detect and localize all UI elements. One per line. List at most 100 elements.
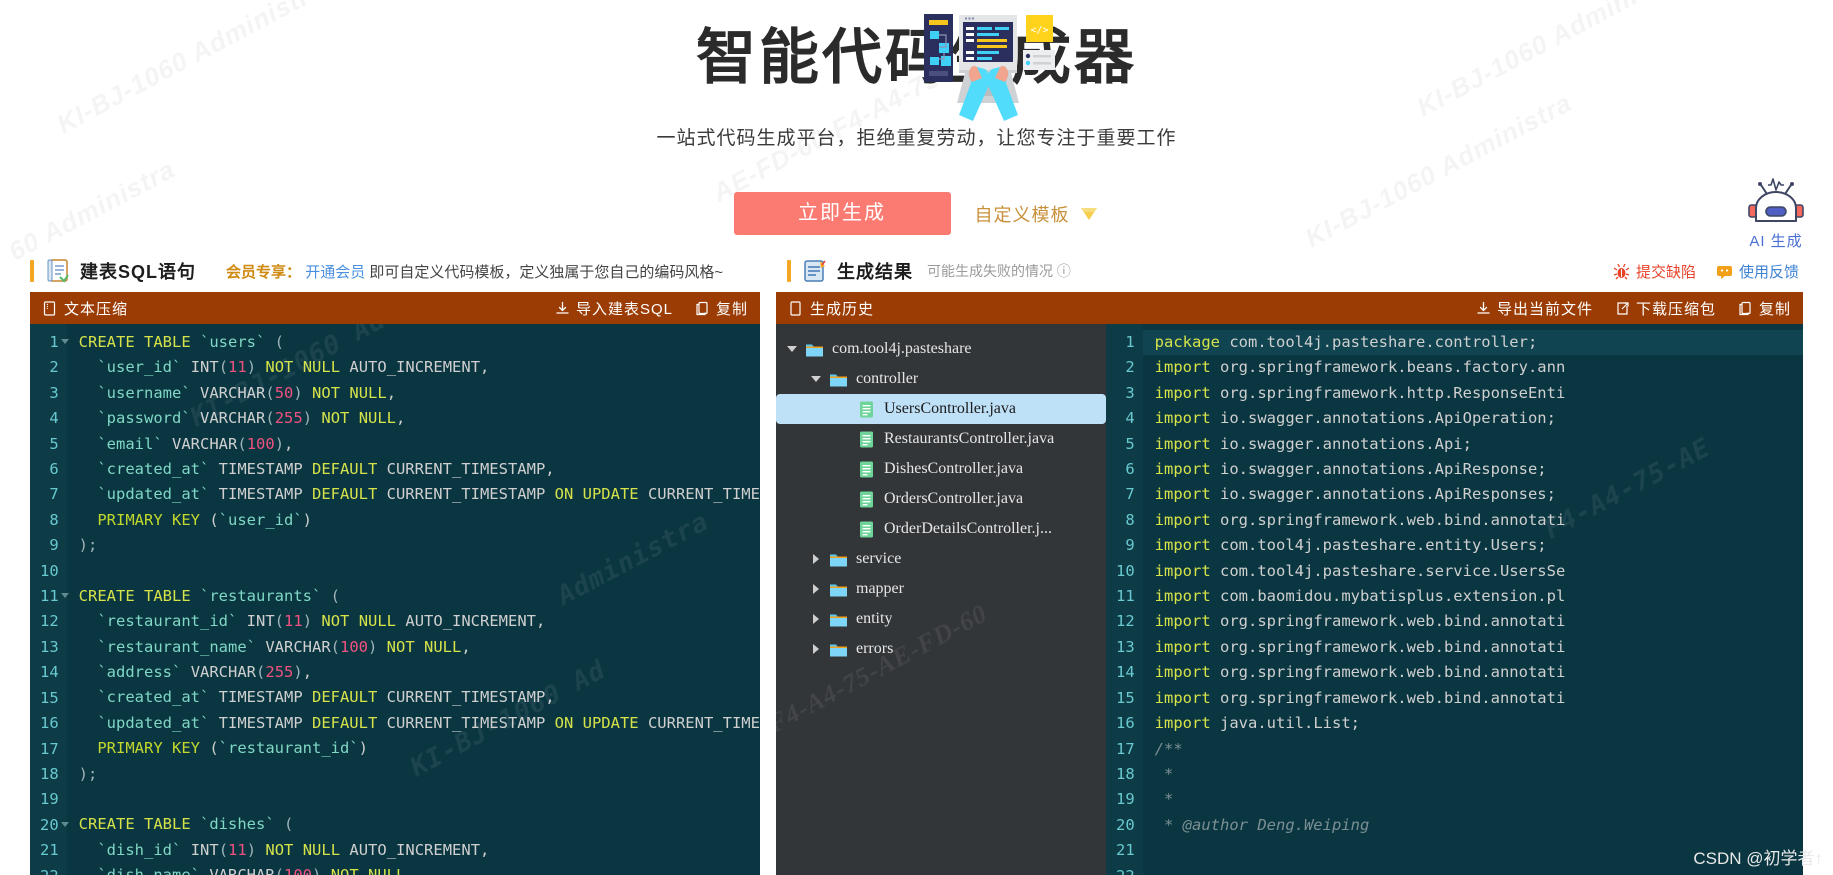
java-code-content[interactable]: package com.tool4j.pasteshare.controller… [1142,324,1803,875]
generation-history-button[interactable]: 生成历史 [788,298,874,319]
line-number: 10 [1116,561,1135,580]
copy-icon [1738,301,1753,316]
tree-twisty[interactable] [808,644,824,654]
tree-node-orderdetailscontroller-j[interactable]: OrderDetailsController.j... [776,514,1106,544]
java-file-icon [857,490,876,509]
folder-icon [829,640,848,659]
line-number: 19 [1116,333,1153,812]
tree-node-controller[interactable]: controller [776,364,1106,394]
copy-result-button[interactable]: 复制 [1738,298,1791,319]
tree-node-dishescontroller-java[interactable]: DishesController.java [776,454,1106,484]
sql-code-content[interactable]: CREATE TABLE `users` ( `user_id` INT(11)… [67,324,760,875]
tree-twisty[interactable] [808,584,824,594]
comment-icon [1716,263,1733,280]
tree-twisty[interactable] [784,346,800,352]
tree-twisty[interactable] [808,614,824,624]
tree-node-errors[interactable]: errors [776,634,1106,664]
code-line: /** [1154,739,1183,758]
export-icon [1476,301,1491,316]
code-line: import io.swagger.annotations.ApiRespons… [1154,485,1556,504]
line-number: 1 [40,330,69,355]
feedback-button[interactable]: 使用反馈 [1716,261,1799,282]
line-number: 7 [49,485,59,504]
sql-panel-toolbar: 文本压缩 导入建表SQL 复制 [30,292,760,324]
line-number: 21 [1116,841,1135,860]
code-line: import org.springframework.web.bind.anno… [1154,510,1566,529]
section-headers: 建表SQL语句 会员专享： 开通会员 即可自定义代码模板，定义独属于您自己的编码… [0,250,1833,292]
code-line: * [1154,790,1174,809]
line-number: 17 [40,739,59,758]
code-line: import org.springframework.web.bind.anno… [1154,688,1566,707]
code-line: `updated_at` TIMESTAMP DEFAULT CURRENT_T… [97,713,760,732]
import-sql-button[interactable]: 导入建表SQL [555,298,673,319]
caret-right-icon[interactable] [813,644,819,654]
tree-node-label: DishesController.java [884,460,1024,477]
tree-node-com-tool4j-pasteshare[interactable]: com.tool4j.pasteshare [776,334,1106,364]
tree-twisty[interactable] [808,376,824,382]
result-toolbar-actions: 导出当前文件 下载压缩包 复制 [1476,298,1791,319]
line-number: 22 [1116,864,1135,875]
sql-code-editor[interactable]: KI-BJ-1060 Ad Administra KI-BJ-1060 Ad 1… [30,324,760,875]
compress-file-icon [42,300,57,316]
java-code-editor[interactable]: F4-A4-75-AE 1 2 3 4 5 6 7 8 9 10 11 12 13 14 15 16 17 18 1… [1106,324,1803,875]
java-line-numbers: 12345678910111213141516171819202122 [1106,324,1153,875]
line-number: 9 [49,536,59,555]
accent-bar [30,260,34,282]
tree-twisty[interactable] [808,554,824,564]
panels-container: 文本压缩 导入建表SQL 复制 KI-BJ-1060 Ad Administra… [0,292,1833,875]
java-file-icon [857,400,876,419]
tree-node-label: com.tool4j.pasteshare [832,340,972,357]
code-line: `created_at` TIMESTAMP DEFAULT CURRENT_T… [97,459,555,478]
submit-bug-label: 提交缺陷 [1635,263,1696,281]
submit-bug-button[interactable]: 提交缺陷 [1613,261,1696,282]
accent-bar [787,260,791,282]
ai-generate-button[interactable]: AI 生成 [1733,175,1819,251]
sql-line-numbers: 12345678910111213141516171819202122 [30,324,69,875]
line-number: 1 [1125,333,1135,351]
caret-right-icon[interactable] [813,614,819,624]
member-upgrade-link[interactable]: 开通会员 [305,264,365,281]
custom-template-label: 自定义模板 [974,204,1070,225]
svg-text:</>: </> [1030,25,1048,36]
download-zip-button[interactable]: 下载压缩包 [1615,298,1716,319]
code-line: CREATE TABLE `users` ( [78,333,284,351]
csdn-watermark: CSDN @初学者↑ [1693,849,1823,868]
compress-text-button[interactable]: 文本压缩 [42,298,128,319]
copy-sql-button[interactable]: 复制 [695,298,748,319]
tree-node-orderscontroller-java[interactable]: OrdersController.java [776,484,1106,514]
tree-node-mapper[interactable]: mapper [776,574,1106,604]
hero-section: KI-BJ-1060 Administrato KI-BJ-1060 Admin… [0,0,1833,266]
tree-node-entity[interactable]: entity [776,604,1106,634]
code-line: import org.springframework.web.bind.anno… [1154,612,1566,631]
code-line: `password` VARCHAR(255) NOT NULL, [97,409,406,428]
line-number: 19 [40,790,59,809]
export-current-file-button[interactable]: 导出当前文件 [1476,298,1593,319]
code-line: `restaurant_id` INT(11) NOT NULL AUTO_IN… [97,612,546,631]
code-line: import org.springframework.beans.factory… [1154,358,1566,377]
line-number: 21 [40,841,59,860]
tree-node-userscontroller-java[interactable]: UsersController.java [776,394,1106,424]
custom-template-button[interactable]: 自定义模板 [975,201,1100,227]
line-number: 4 [1125,409,1135,428]
generate-now-button[interactable]: 立即生成 [733,192,951,235]
tree-node-restaurantscontroller-java[interactable]: RestaurantsController.java [776,424,1106,454]
page-title: 智能代码生成器 [696,24,1137,91]
file-tree[interactable]: F4-A4-75-AE-FD-60 com.tool4j.pasteshare c… [776,324,1106,875]
tree-node-label: OrdersController.java [884,490,1024,507]
folder-icon [829,580,848,599]
folder-icon [829,550,848,569]
caret-down-icon[interactable] [811,376,821,382]
caret-down-icon[interactable] [787,346,797,352]
line-number: 7 [1125,485,1135,504]
java-file-icon [857,520,876,539]
caret-right-icon[interactable] [813,554,819,564]
tree-node-service[interactable]: service [776,544,1106,574]
member-tip-strong: 会员专享： [226,263,302,281]
line-number: 18 [1116,764,1135,783]
copy-sql-label: 复制 [715,300,748,318]
fail-case-tip[interactable]: 可能生成失败的情况 ⓘ [927,261,1071,281]
caret-right-icon[interactable] [813,584,819,594]
java-file-icon [857,430,876,449]
